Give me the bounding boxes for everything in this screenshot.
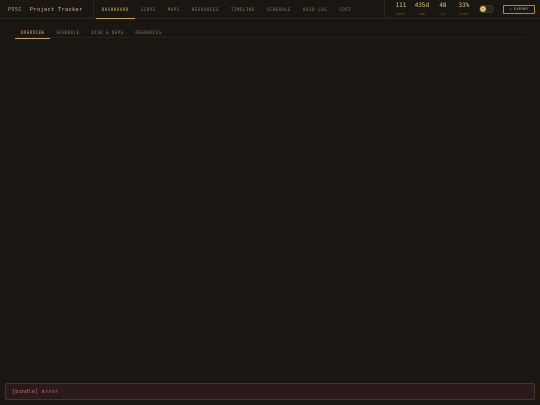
tab-raid-log[interactable]: RAID LOG: [297, 0, 333, 19]
stat-value: 48: [439, 2, 447, 9]
sun-icon: ☼: [480, 6, 487, 12]
stat-wpks: 111 WPKS: [391, 0, 410, 18]
export-button[interactable]: ↓ EXPORT: [503, 4, 535, 14]
tab-cost[interactable]: COST: [333, 0, 357, 19]
theme-toggle-wrap: ☼: [475, 0, 498, 18]
stat-label: WPKS: [396, 12, 406, 16]
theme-toggle[interactable]: ☼: [479, 5, 495, 13]
app-title: Project Tracker: [30, 6, 83, 13]
stat-done: 33% DONE: [454, 0, 473, 18]
project-code: P55C: [8, 6, 23, 13]
stat-cp: 48 CP: [433, 0, 452, 18]
stat-value: 33%: [458, 2, 470, 9]
subtab-resources[interactable]: RESOURCES: [130, 27, 168, 38]
tab-resources[interactable]: RESOURCES: [186, 0, 225, 19]
error-banner: [bundle] error: [5, 383, 535, 400]
tab-schedule[interactable]: SCHEDULE: [261, 0, 297, 19]
download-icon: ↓: [509, 7, 512, 11]
export-label: EXPORT: [513, 7, 529, 11]
error-message: [bundle] error: [12, 388, 59, 395]
tab-dashboard[interactable]: DASHBOARD: [95, 0, 135, 19]
tab-scope[interactable]: SCOPE: [135, 0, 162, 19]
tab-maps[interactable]: MAPS: [162, 0, 186, 19]
subtab-schedule[interactable]: SCHEDULE: [50, 27, 85, 38]
brand: P55C Project Tracker: [0, 0, 94, 19]
subtab-risk-deps[interactable]: RISK & DEPS: [86, 27, 130, 38]
main-nav: DASHBOARD SCOPE MAPS RESOURCES TIMELINE …: [94, 0, 358, 19]
export-wrap: ↓ EXPORT: [500, 0, 540, 18]
stat-label: DUR: [418, 12, 426, 16]
stat-value: 111: [395, 2, 407, 9]
stat-value: 435d: [414, 2, 430, 9]
stat-label: DONE: [459, 12, 469, 16]
sub-tabs: OVERVIEW SCHEDULE RISK & DEPS RESOURCES: [15, 27, 525, 39]
tab-timeline[interactable]: TIMELINE: [225, 0, 261, 19]
subtab-overview[interactable]: OVERVIEW: [15, 27, 51, 39]
stat-dur: 435d DUR: [412, 0, 431, 18]
stats-panel: 111 WPKS 435d DUR 48 CP 33% DONE ☼ ↓ EXP…: [384, 0, 540, 18]
stat-label: CP: [440, 12, 446, 16]
top-bar: P55C Project Tracker DASHBOARD SCOPE MAP…: [0, 0, 540, 19]
